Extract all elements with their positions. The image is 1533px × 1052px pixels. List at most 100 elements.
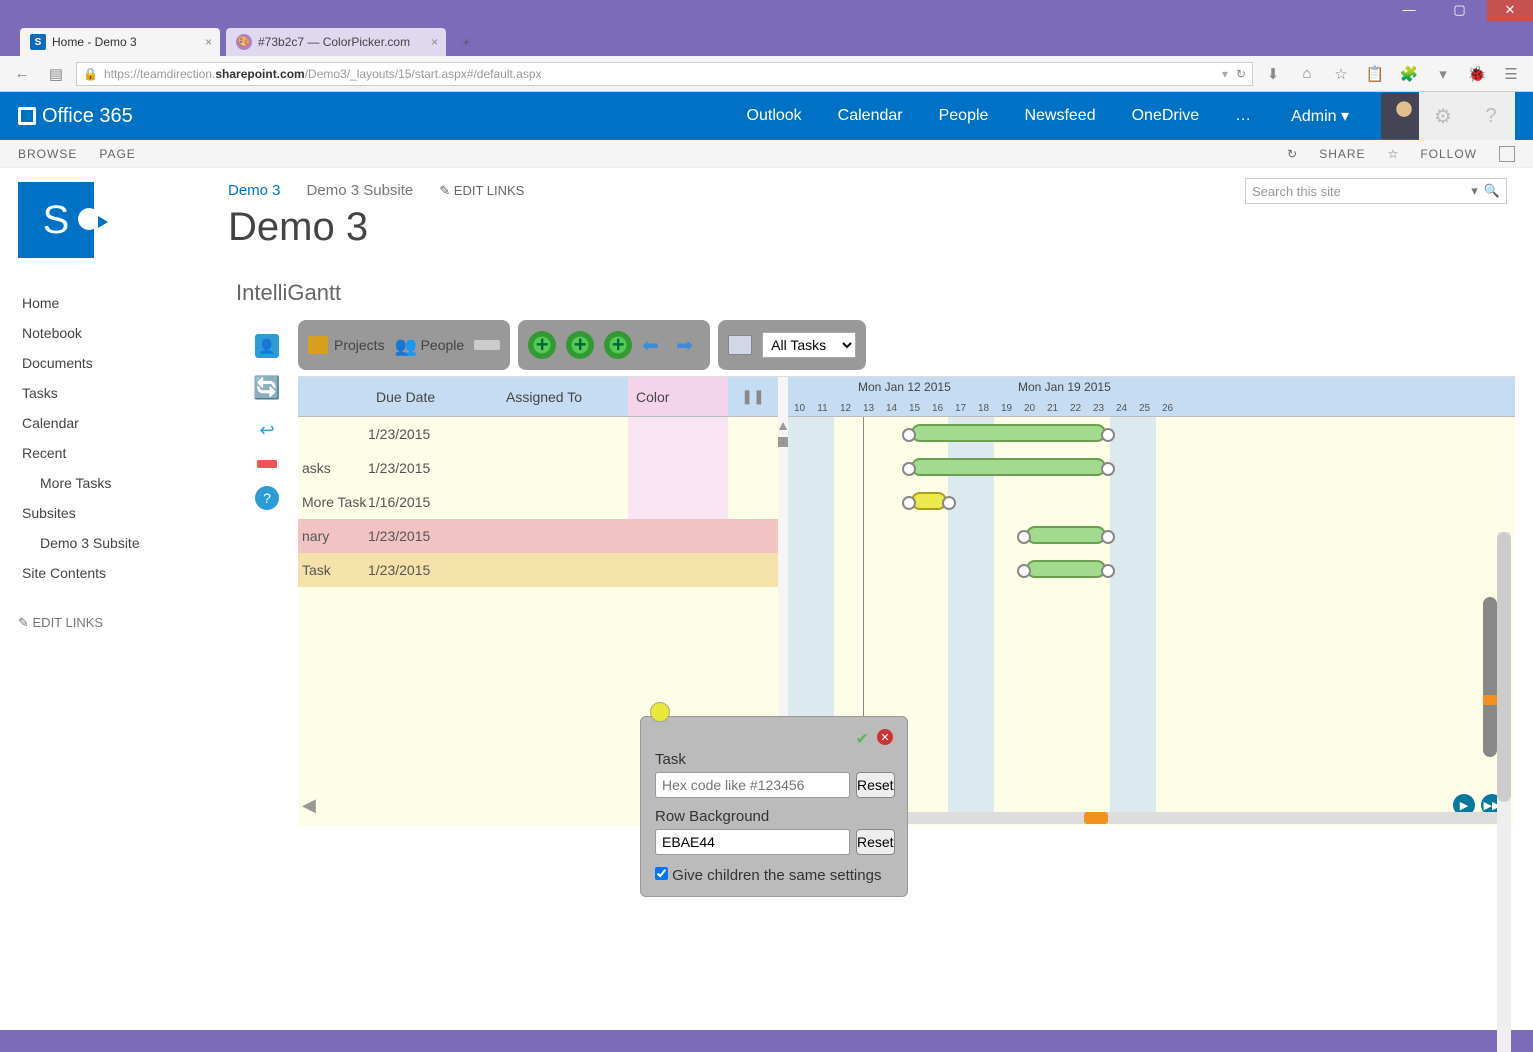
breadcrumb-edit-links[interactable]: EDIT LINKS [439,183,524,199]
ribbon-browse[interactable]: BROWSE [18,147,77,161]
task-color-input[interactable] [655,772,850,798]
ql-recent[interactable]: Recent [18,438,228,468]
office365-logo[interactable]: Office 365 [18,105,133,128]
download-icon[interactable]: ⬇ [1259,60,1287,88]
close-tab-icon[interactable]: × [431,35,438,49]
gantt-bar[interactable] [911,492,947,510]
ql-tasks[interactable]: Tasks [18,378,228,408]
ql-site-contents[interactable]: Site Contents [18,558,228,588]
confirm-icon[interactable]: ✔ [856,729,869,749]
home-icon[interactable]: ⌂ [1293,60,1321,88]
gantt-vertical-scrollbar[interactable] [1483,597,1497,757]
browser-tab-inactive[interactable]: 🎨 #73b2c7 — ColorPicker.com × [226,28,446,56]
sidebar-toggle-icon[interactable]: ▤ [42,60,70,88]
focus-icon[interactable] [1499,146,1515,162]
scrollbar-thumb[interactable] [1084,812,1108,824]
undo-icon[interactable]: ↩ [255,418,279,442]
col-assigned-to[interactable]: Assigned To [498,389,628,405]
gantt-bar[interactable] [1026,560,1106,578]
maximize-button[interactable]: ▢ [1437,0,1483,22]
week-label: Mon Jan 19 2015 [1018,380,1111,394]
reload-icon[interactable]: ↻ [1236,67,1246,81]
col-due-date[interactable]: Due Date [368,389,498,405]
clipboard-icon[interactable]: 📋 [1361,60,1389,88]
scroll-left-icon[interactable]: ◀ [302,795,316,816]
new-tab-button[interactable]: + [452,28,480,56]
collapse-icon[interactable] [474,340,500,350]
address-bar[interactable]: 🔒 https://teamdirection.sharepoint.com/D… [76,62,1253,86]
outdent-button[interactable]: ⬅ [642,333,666,357]
table-row-selected[interactable]: nary 1/23/2015 [298,519,778,553]
scrollbar-thumb[interactable] [1497,532,1511,802]
ql-documents[interactable]: Documents [18,348,228,378]
list-view-icon[interactable] [728,335,752,355]
gantt-bar[interactable] [1026,526,1106,544]
ql-more-tasks[interactable]: More Tasks [18,468,228,498]
add-task-button[interactable] [528,331,556,359]
close-button[interactable]: ✕ [1487,0,1533,22]
gantt-bar[interactable] [911,458,1106,476]
splitter-handle[interactable] [778,437,788,447]
extension-icon-2[interactable]: 🐞 [1463,60,1491,88]
nav-people[interactable]: People [939,107,989,125]
help-icon[interactable]: ? [1467,92,1515,140]
task-view-selector[interactable]: All Tasks [762,332,856,358]
search-icon[interactable]: 🔍 [1484,183,1500,199]
browser-tabstrip: S Home - Demo 3 × 🎨 #73b2c7 — ColorPicke… [0,22,1533,56]
delete-icon[interactable] [257,460,277,468]
user-icon[interactable]: 👤 [255,334,279,358]
share-button[interactable]: SHARE [1319,147,1365,161]
close-tab-icon[interactable]: × [205,35,212,49]
projects-button[interactable]: Projects [308,336,385,354]
ql-notebook[interactable]: Notebook [18,318,228,348]
color-swatch-icon[interactable] [650,702,670,722]
user-menu[interactable]: Admin ▾ [1291,106,1349,126]
add-subtask-button[interactable] [566,331,594,359]
ql-home[interactable]: Home [18,288,228,318]
table-row[interactable]: asks 1/23/2015 [298,451,778,485]
table-row[interactable]: Task 1/23/2015 [298,553,778,587]
row-bg-input[interactable] [655,829,850,855]
sharepoint-logo[interactable]: S [18,182,94,258]
gantt-bar[interactable] [911,424,1106,442]
back-button[interactable]: ← [8,60,36,88]
ql-edit-links[interactable]: EDIT LINKS [18,608,228,638]
table-row[interactable]: More Task 1/16/2015 [298,485,778,519]
ql-calendar[interactable]: Calendar [18,408,228,438]
row-bg-reset-button[interactable]: Reset [856,829,895,855]
menu-icon[interactable]: ☰ [1497,60,1525,88]
ribbon-page[interactable]: PAGE [99,147,135,161]
help-diamond-icon[interactable]: ? [255,486,279,510]
follow-button[interactable]: FOLLOW [1420,147,1477,161]
dropdown-icon[interactable]: ▾ [1222,67,1228,81]
page-scrollbar[interactable] [1497,532,1511,1052]
browser-tab-active[interactable]: S Home - Demo 3 × [20,28,220,56]
bookmark-icon[interactable]: ☆ [1327,60,1355,88]
scrollbar-thumb[interactable] [1483,695,1497,705]
cancel-icon[interactable]: ✕ [877,729,893,745]
extension-icon-1[interactable]: 🧩 [1395,60,1423,88]
refresh-icon[interactable]: 🔄 [255,376,279,400]
children-settings-checkbox[interactable] [655,867,668,880]
table-row[interactable]: 1/23/2015 [298,417,778,451]
indent-button[interactable]: ➡ [676,333,700,357]
col-pause-icon[interactable]: ❚❚ [728,388,778,405]
search-input[interactable]: Search this site ▾🔍 [1245,178,1507,204]
task-color-reset-button[interactable]: Reset [856,772,895,798]
minimize-button[interactable]: — [1386,0,1432,22]
people-button[interactable]: 👥People [395,336,465,354]
settings-icon[interactable]: ⚙ [1419,92,1467,140]
dropdown-icon[interactable]: ▾ [1471,183,1478,199]
breadcrumb-current[interactable]: Demo 3 [228,182,281,199]
nav-newsfeed[interactable]: Newsfeed [1024,107,1095,125]
nav-onedrive[interactable]: OneDrive [1132,107,1200,125]
breadcrumb-sibling[interactable]: Demo 3 Subsite [307,182,414,199]
ql-subsites[interactable]: Subsites [18,498,228,528]
nav-calendar[interactable]: Calendar [838,107,903,125]
browser-toolbar: ← ▤ 🔒 https://teamdirection.sharepoint.c… [0,56,1533,92]
col-color[interactable]: Color [628,377,728,416]
ql-demo3-subsite[interactable]: Demo 3 Subsite [18,528,228,558]
nav-more[interactable]: … [1235,107,1251,125]
add-task-after-button[interactable] [604,331,632,359]
nav-outlook[interactable]: Outlook [747,107,802,125]
